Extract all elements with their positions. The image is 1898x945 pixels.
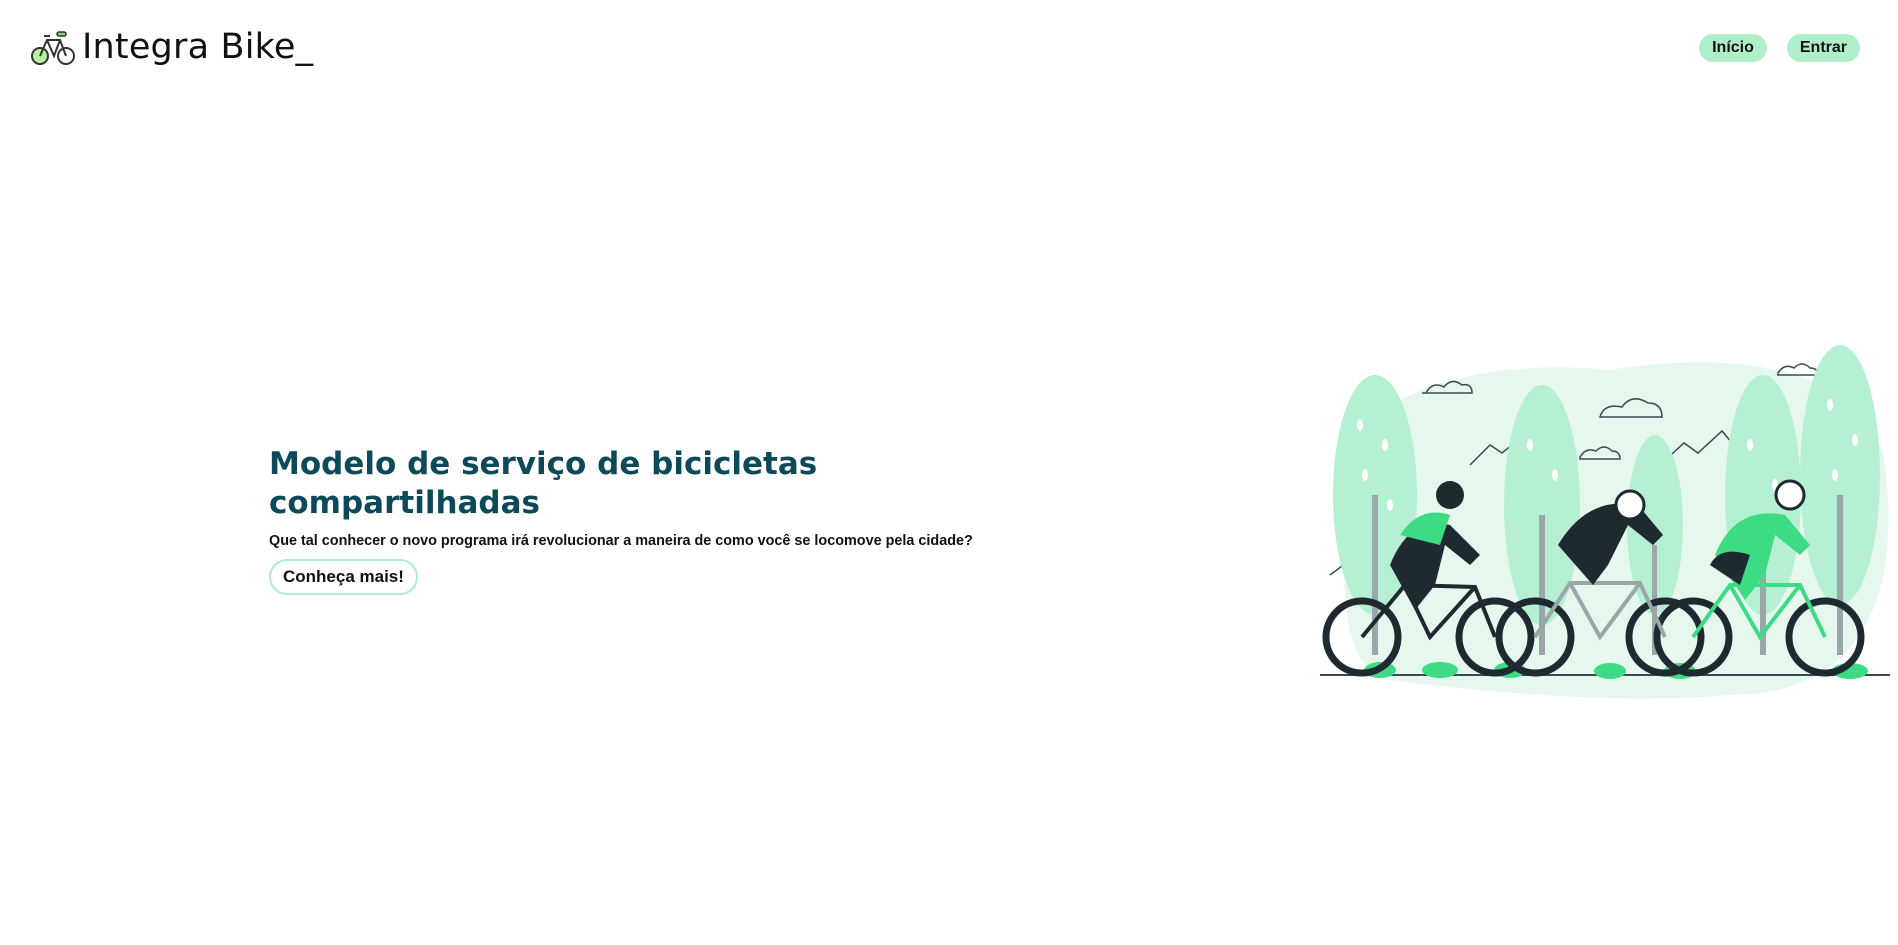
page: Integra Bike_ Início Entrar Modelo de se… [0, 0, 1898, 945]
brand-name: Integra Bike_ [82, 27, 314, 67]
cyclists-illustration [1310, 345, 1892, 705]
nav-inicio-button[interactable]: Início [1699, 34, 1767, 62]
hero-section: Modelo de serviço de bicicletas comparti… [269, 445, 1029, 595]
brand-logo-link[interactable]: Integra Bike_ [30, 26, 313, 68]
cyclists-illustration-svg [1320, 345, 1890, 699]
hero-title: Modelo de serviço de bicicletas comparti… [269, 446, 818, 521]
learn-more-button[interactable]: Conheça mais! [269, 559, 418, 595]
main-nav: Início Entrar [1699, 34, 1860, 62]
hero-subtitle: Que tal conhecer o novo programa irá rev… [269, 533, 973, 549]
nav-entrar-button[interactable]: Entrar [1786, 34, 1860, 62]
header: Integra Bike_ Início Entrar [0, 0, 1898, 96]
bicycle-icon [31, 31, 75, 65]
